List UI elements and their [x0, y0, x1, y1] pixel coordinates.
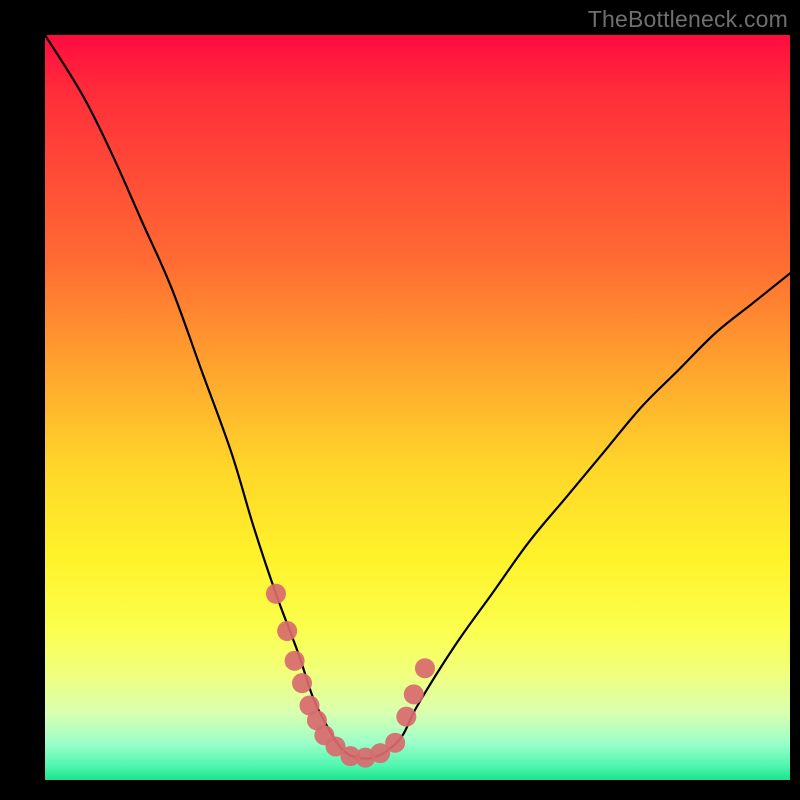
curve-marker	[415, 658, 435, 678]
curve-marker	[292, 673, 312, 693]
curve-marker	[385, 733, 405, 753]
curve-markers	[266, 584, 435, 768]
watermark-text: TheBottleneck.com	[588, 6, 788, 33]
curve-marker	[404, 684, 424, 704]
curve-marker	[285, 651, 305, 671]
bottleneck-curve	[45, 35, 790, 759]
curve-marker	[277, 621, 297, 641]
curve-marker	[266, 584, 286, 604]
curve-marker	[396, 707, 416, 727]
chart-svg	[45, 35, 790, 780]
plot-area	[45, 35, 790, 780]
chart-frame: TheBottleneck.com	[0, 0, 800, 800]
